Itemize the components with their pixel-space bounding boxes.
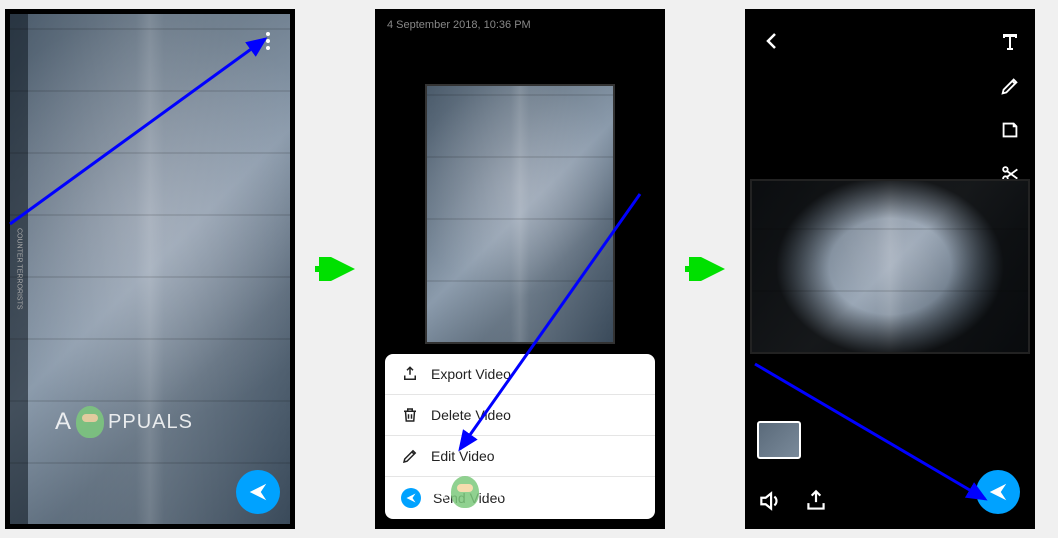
watermark-logo: A PPUALS [430, 476, 568, 508]
send-button[interactable] [976, 470, 1020, 514]
export-icon [401, 365, 419, 383]
menu-label: Edit Video [431, 448, 495, 464]
sticker-tool-icon[interactable] [997, 117, 1023, 143]
menu-label: Delete Video [431, 407, 511, 423]
watermark-head-icon [451, 476, 479, 508]
watermark-head-icon [76, 406, 104, 438]
vignette-overlay [752, 181, 1028, 352]
trash-icon [401, 406, 419, 424]
bottom-actions [757, 488, 829, 514]
sound-icon[interactable] [757, 488, 783, 514]
pencil-icon [401, 447, 419, 465]
draw-tool-icon[interactable] [997, 73, 1023, 99]
screen-options-menu: 4 September 2018, 10:36 PM Export Video … [375, 9, 665, 529]
flow-arrow-2 [683, 257, 727, 281]
video-edit-preview[interactable] [750, 179, 1030, 354]
back-chevron-icon[interactable] [760, 29, 784, 53]
send-icon [401, 488, 421, 508]
video-preview[interactable]: COUNTER TERRORISTS [10, 14, 290, 524]
timestamp-label: 4 September 2018, 10:36 PM [387, 19, 531, 31]
kebab-menu-icon[interactable] [256, 29, 280, 53]
video-thumbnail-large[interactable] [425, 84, 615, 344]
menu-delete-video[interactable]: Delete Video [385, 395, 655, 436]
menu-export-video[interactable]: Export Video [385, 354, 655, 395]
screen-memories-view: COUNTER TERRORISTS [5, 9, 295, 529]
game-hud-score: COUNTER TERRORISTS [10, 14, 28, 524]
send-button[interactable] [236, 470, 280, 514]
menu-label: Export Video [431, 366, 511, 382]
flow-arrow-1 [313, 257, 357, 281]
save-icon[interactable] [803, 488, 829, 514]
menu-edit-video[interactable]: Edit Video [385, 436, 655, 477]
text-tool-icon[interactable] [997, 29, 1023, 55]
watermark-logo: A PPUALS [55, 406, 193, 438]
screen-edit-view [745, 9, 1035, 529]
timeline-thumbnail[interactable] [757, 421, 801, 459]
